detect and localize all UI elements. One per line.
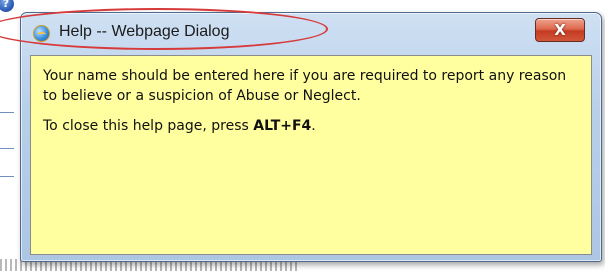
dialog-title: Help -- Webpage Dialog <box>59 23 230 40</box>
background-help-icon[interactable]: ? <box>0 0 14 12</box>
background-divider <box>0 112 14 113</box>
dialog-titlebar[interactable]: Help -- Webpage Dialog X <box>21 13 601 49</box>
help-content: Your name should be entered here if you … <box>30 55 592 255</box>
instruction-text: To close this help page, press <box>43 118 254 134</box>
close-button[interactable]: X <box>535 18 585 42</box>
help-dialog: Help -- Webpage Dialog X Your name shoul… <box>20 12 602 262</box>
instruction-suffix: . <box>311 118 316 134</box>
key-combo: ALT+F4 <box>253 118 312 134</box>
help-close-instructions: To close this help page, press ALT+F4. <box>43 116 579 136</box>
ie-browser-icon <box>33 25 50 42</box>
help-paragraph: Your name should be entered here if you … <box>43 68 567 104</box>
background-divider <box>0 176 14 177</box>
background-divider <box>0 148 14 149</box>
